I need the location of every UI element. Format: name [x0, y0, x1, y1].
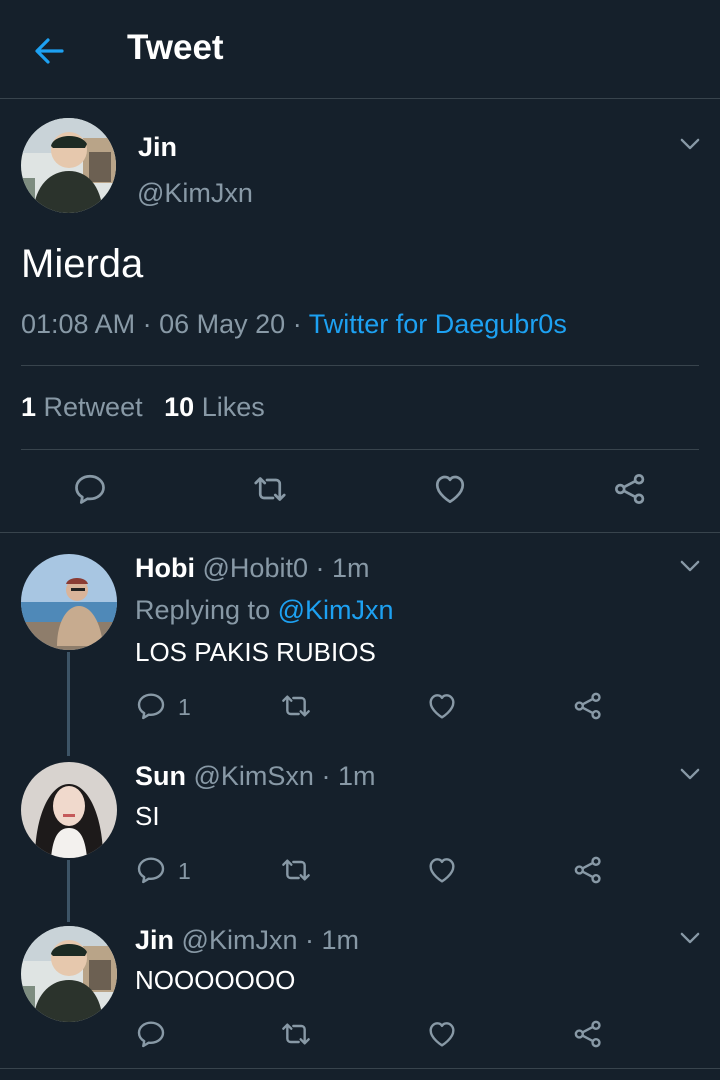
reply-author-name[interactable]: Jin	[135, 925, 174, 955]
reply-author-handle[interactable]: @KimJxn	[182, 925, 298, 955]
like-button[interactable]	[432, 471, 468, 507]
arrow-left-icon	[35, 38, 64, 64]
reply-button[interactable]	[135, 690, 167, 722]
page-title: Tweet	[127, 28, 224, 67]
reply-header: Jin @KimJxn · 1m	[135, 925, 359, 956]
header-bar: Tweet	[0, 0, 720, 98]
retweets-count: 1	[21, 392, 37, 422]
reply-time: · 1m	[304, 925, 359, 955]
reply-text: LOS PAKIS RUBIOS	[135, 637, 376, 667]
avatar[interactable]	[21, 118, 116, 213]
replying-to-handle[interactable]: @KimJxn	[278, 595, 394, 625]
comment-icon	[135, 854, 167, 886]
reply-options-button[interactable]	[676, 924, 704, 952]
share-button[interactable]	[572, 854, 604, 886]
chevron-down-icon	[676, 924, 704, 952]
replying-to: Replying to @KimJxn	[135, 595, 394, 626]
tweet-stats: 1 Retweet 10 Likes	[21, 392, 265, 423]
retweets-stat[interactable]: 1 Retweet	[21, 392, 150, 422]
comment-icon	[135, 1018, 167, 1050]
reply-text: NOOOOOOO	[135, 965, 296, 995]
reply-author-handle[interactable]: @KimSxn	[194, 761, 314, 791]
tweet-meta: 01:08 AM · 06 May 20 · Twitter for Daegu…	[21, 309, 567, 340]
comment-icon	[72, 471, 108, 507]
heart-icon	[426, 854, 458, 886]
author-name[interactable]: Jin	[138, 132, 177, 163]
retweet-button[interactable]	[280, 1018, 312, 1050]
share-button[interactable]	[612, 471, 648, 507]
share-icon	[612, 471, 648, 507]
back-button[interactable]	[26, 28, 72, 74]
retweet-icon	[280, 854, 312, 886]
retweets-label: Retweet	[43, 392, 143, 422]
tweet-text: Mierda	[21, 242, 144, 286]
heart-icon	[426, 1018, 458, 1050]
like-button[interactable]	[426, 1018, 458, 1050]
thread-line	[67, 860, 70, 922]
share-icon	[572, 690, 604, 722]
retweet-button[interactable]	[280, 690, 312, 722]
bottom-divider	[0, 1068, 720, 1069]
chevron-down-icon	[676, 130, 704, 158]
tweet-options-button[interactable]	[676, 130, 704, 158]
retweet-icon	[252, 471, 288, 507]
reply-button[interactable]	[72, 471, 108, 507]
retweet-icon	[280, 1018, 312, 1050]
share-icon	[572, 854, 604, 886]
replying-to-label: Replying to	[135, 595, 271, 625]
reply-count: 1	[178, 694, 191, 720]
reply-header: Hobi @Hobit0 · 1m	[135, 553, 370, 584]
chevron-down-icon	[676, 552, 704, 580]
avatar[interactable]	[21, 926, 117, 1022]
reply-time: · 1m	[315, 553, 370, 583]
likes-count: 10	[164, 392, 195, 422]
heart-icon	[432, 471, 468, 507]
main-divider	[0, 532, 720, 533]
comment-icon	[135, 690, 167, 722]
reply-button[interactable]	[135, 854, 167, 886]
retweet-icon	[280, 690, 312, 722]
tweet-time: 01:08 AM	[21, 309, 136, 339]
like-button[interactable]	[426, 854, 458, 886]
header-divider	[0, 98, 720, 99]
share-icon	[572, 1018, 604, 1050]
tweet-date: 06 May 20	[159, 309, 286, 339]
stats-divider-bottom	[21, 449, 699, 450]
reply-author-name[interactable]: Sun	[135, 761, 186, 791]
like-button[interactable]	[426, 690, 458, 722]
avatar[interactable]	[21, 554, 117, 650]
chevron-down-icon	[676, 760, 704, 788]
avatar[interactable]	[21, 762, 117, 858]
meta-separator: ·	[142, 309, 152, 339]
share-button[interactable]	[572, 1018, 604, 1050]
retweet-button[interactable]	[280, 854, 312, 886]
stats-divider-top	[21, 365, 699, 366]
reply-button[interactable]	[135, 1018, 167, 1050]
reply-text: SI	[135, 801, 160, 831]
reply-author-name[interactable]: Hobi	[135, 553, 195, 583]
heart-icon	[426, 690, 458, 722]
author-handle[interactable]: @KimJxn	[137, 178, 253, 209]
likes-stat[interactable]: 10 Likes	[164, 392, 265, 422]
tweet-client-link[interactable]: Twitter for Daegubr0s	[309, 309, 567, 339]
share-button[interactable]	[572, 690, 604, 722]
reply-options-button[interactable]	[676, 552, 704, 580]
reply-author-handle[interactable]: @Hobit0	[203, 553, 308, 583]
likes-label: Likes	[201, 392, 265, 422]
retweet-button[interactable]	[252, 471, 288, 507]
thread-line	[67, 652, 70, 756]
reply-header: Sun @KimSxn · 1m	[135, 761, 375, 792]
reply-count: 1	[178, 858, 191, 884]
reply-time: · 1m	[321, 761, 376, 791]
meta-separator: ·	[292, 309, 302, 339]
reply-options-button[interactable]	[676, 760, 704, 788]
